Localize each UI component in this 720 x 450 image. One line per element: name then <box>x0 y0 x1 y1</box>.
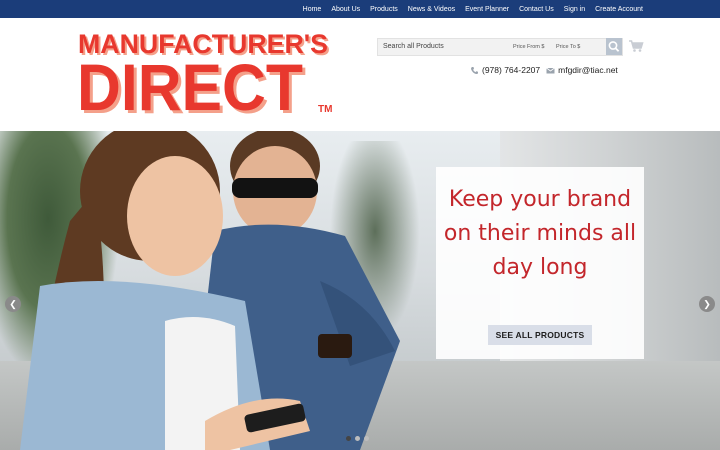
search-button[interactable] <box>606 38 622 55</box>
phone-icon <box>471 66 478 74</box>
nav-create-account[interactable]: Create Account <box>595 6 643 13</box>
chevron-left-icon: ❮ <box>9 298 17 309</box>
cart-button[interactable] <box>628 39 644 53</box>
cart-icon <box>629 40 644 52</box>
see-all-products-button[interactable]: SEE ALL PRODUCTS <box>488 325 592 345</box>
nav-home[interactable]: Home <box>303 6 322 13</box>
logo-graphic: MANUFACTURER'S MANUFACTURER'S DIRECT DIR… <box>77 29 332 127</box>
email-address[interactable]: mfgdir@tiac.net <box>558 65 618 75</box>
site-header: MANUFACTURER'S MANUFACTURER'S DIRECT DIR… <box>0 18 720 131</box>
search-icon <box>608 41 620 52</box>
logo-trademark: TM <box>318 104 332 115</box>
hero-carousel: Keep your brand on their minds all day l… <box>0 131 720 450</box>
phone-number[interactable]: (978) 764-2207 <box>482 65 540 75</box>
hero-photo-couple <box>20 131 400 450</box>
nav-sign-in[interactable]: Sign in <box>564 6 585 13</box>
carousel-prev-button[interactable]: ❮ <box>5 296 21 312</box>
chevron-right-icon: ❯ <box>703 298 711 309</box>
nav-contact-us[interactable]: Contact Us <box>519 6 554 13</box>
nav-event-planner[interactable]: Event Planner <box>465 6 509 13</box>
carousel-dot-3[interactable] <box>364 436 369 441</box>
carousel-dot-1[interactable] <box>346 436 351 441</box>
hero-headline: Keep your brand on their minds all day l… <box>443 187 637 280</box>
logo-line2: DIRECT <box>77 50 303 116</box>
contact-info: (978) 764-2207 mfgdir@tiac.net <box>470 64 618 76</box>
nav-products[interactable]: Products <box>370 6 398 13</box>
search-input[interactable]: Search all Products <box>383 43 444 50</box>
price-to-field[interactable]: Price To $ <box>556 44 580 50</box>
carousel-indicators <box>346 436 373 441</box>
nav-news-videos[interactable]: News & Videos <box>408 6 455 13</box>
promo-panel: Keep your brand on their minds all day l… <box>436 167 644 359</box>
carousel-next-button[interactable]: ❯ <box>699 296 715 312</box>
top-navigation: Home About Us Products News & Videos Eve… <box>0 0 720 18</box>
carousel-dot-2[interactable] <box>355 436 360 441</box>
company-logo[interactable]: MANUFACTURER'S MANUFACTURER'S DIRECT DIR… <box>75 28 337 127</box>
nav-about-us[interactable]: About Us <box>331 6 360 13</box>
price-from-field[interactable]: Price From $ <box>513 44 544 50</box>
email-icon <box>546 67 555 73</box>
search-bar[interactable]: Search all Products Price From $ Price T… <box>377 38 623 56</box>
